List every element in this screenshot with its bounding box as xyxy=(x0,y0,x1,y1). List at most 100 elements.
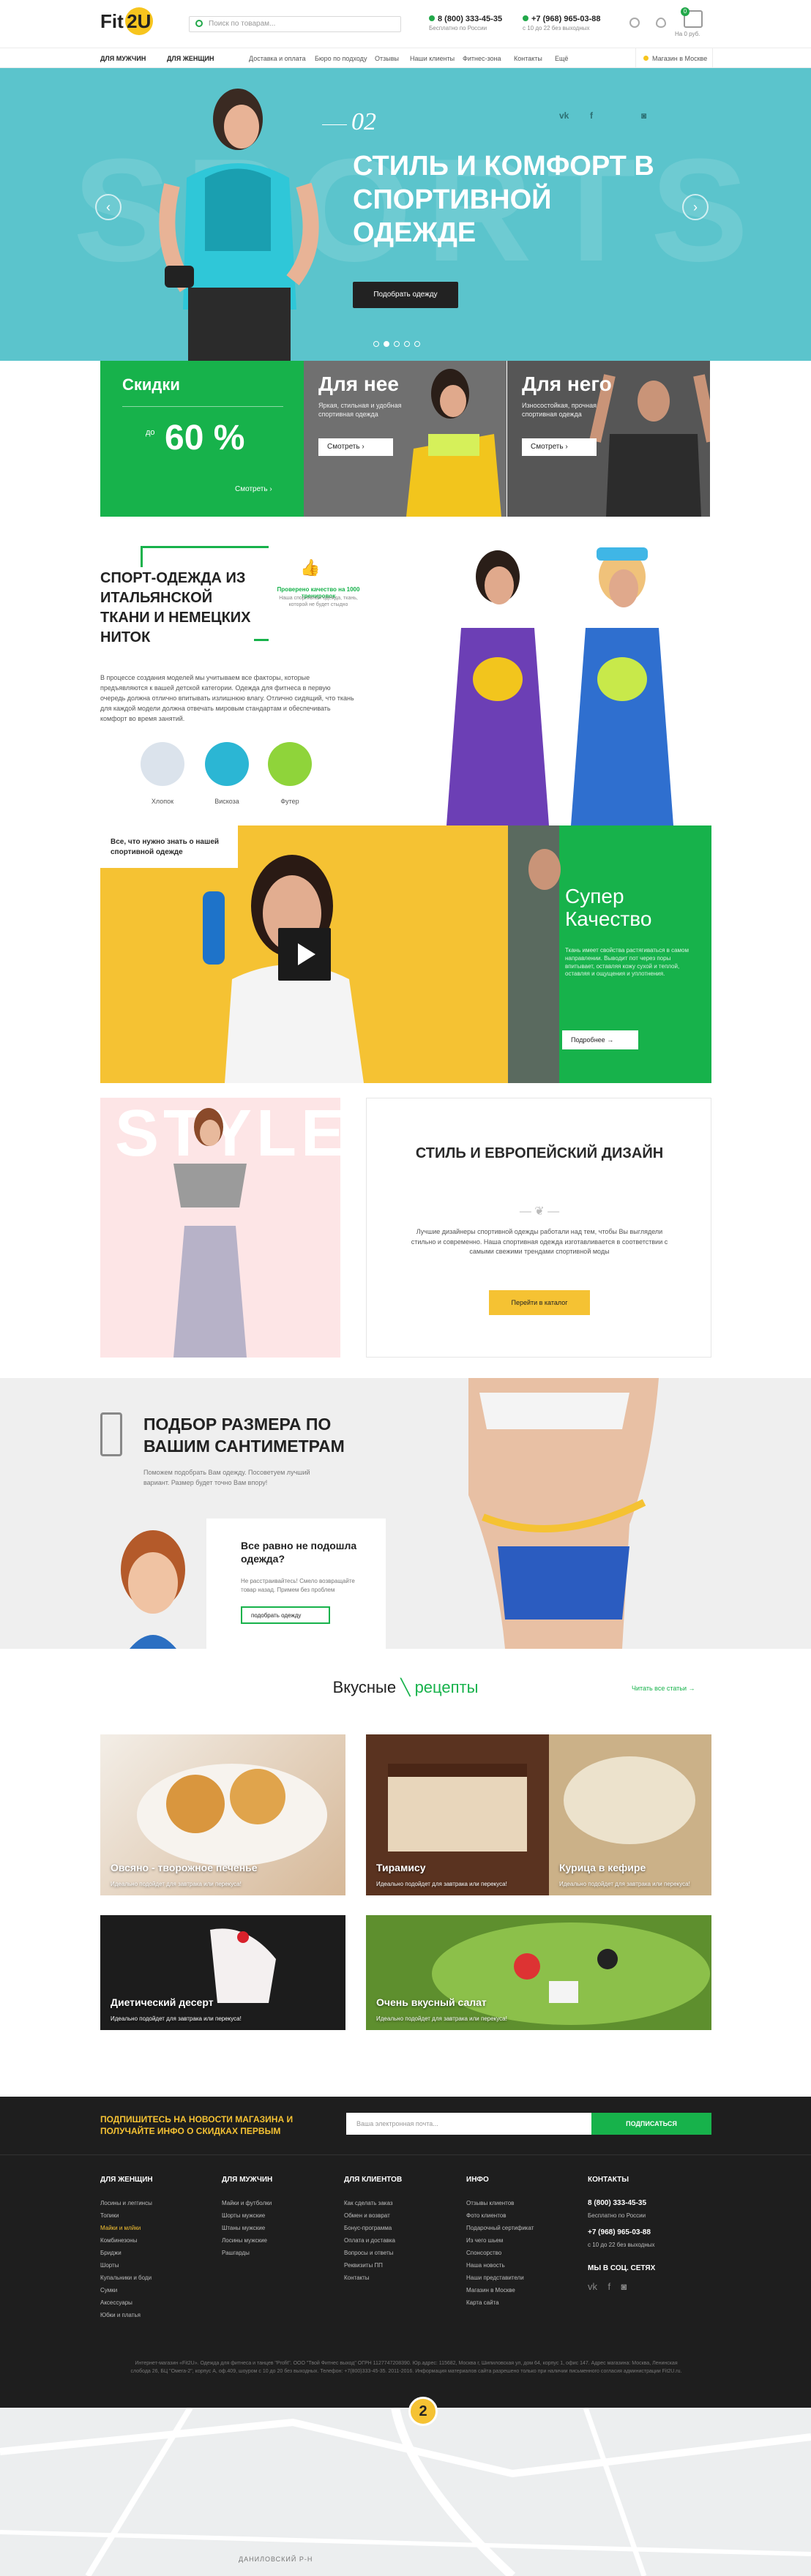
footer-link[interactable]: Комбинезоны xyxy=(100,2234,153,2247)
slider-dot[interactable] xyxy=(404,341,410,347)
city-selector[interactable]: Магазин в Москве xyxy=(635,48,713,68)
footer-link[interactable]: Наши представители xyxy=(466,2272,534,2284)
footer-link[interactable]: Контакты xyxy=(344,2272,402,2284)
search-input[interactable]: Поиск по товарам... xyxy=(189,16,401,32)
slider-dot[interactable] xyxy=(414,341,420,347)
footer-link[interactable]: Отзывы клиентов xyxy=(466,2197,534,2209)
footer-link[interactable]: Шорты xyxy=(100,2259,153,2272)
hero-title: СТИЛЬ И КОМФОРТ В СПОРТИВНОЙ ОДЕЖДЕ xyxy=(353,151,654,249)
footer-link[interactable]: Подарочный сертификат xyxy=(466,2222,534,2234)
footer-link[interactable]: Из чего шьем xyxy=(466,2234,534,2247)
phone-1[interactable]: 8 (800) 333-45-35 Бесплатно по России xyxy=(429,15,502,31)
promo-sale-more[interactable]: Смотреть › xyxy=(235,485,272,493)
style-title: СТИЛЬ И ЕВРОПЕЙСКИЙ ДИЗАЙН xyxy=(415,1145,664,1161)
footer-link[interactable]: Наша новость xyxy=(466,2259,534,2272)
hero-next-arrow[interactable]: › xyxy=(682,194,709,220)
footer-link[interactable]: Шорты мужские xyxy=(222,2209,272,2222)
footer-link[interactable]: Спонсорство xyxy=(466,2247,534,2259)
map-roads xyxy=(0,2408,811,2576)
map-pin[interactable]: 2 xyxy=(408,2397,438,2426)
footer-link[interactable]: Магазин в Москве xyxy=(466,2284,534,2296)
map-district-label: ДАНИЛОВСКИЙ Р-Н xyxy=(239,2556,313,2563)
footer-link[interactable]: Лосины и леггинсы xyxy=(100,2197,153,2209)
promo-sale[interactable]: Скидки до 60 % Смотреть › xyxy=(100,361,304,517)
footer-link[interactable]: Аксессуары xyxy=(100,2296,153,2309)
catalog-button[interactable]: Перейти в каталог xyxy=(489,1290,590,1315)
footer-link[interactable]: Реквизиты ПП xyxy=(344,2259,402,2272)
recipe-card[interactable]: Курица в кефире Идеально подойдет для за… xyxy=(549,1734,711,1895)
footer-link[interactable]: Фото клиентов xyxy=(466,2209,534,2222)
hero-instagram-icon[interactable]: ◙ xyxy=(641,111,646,121)
footer-link[interactable]: Юбки и платья xyxy=(100,2309,153,2321)
play-button[interactable] xyxy=(278,928,331,981)
style-text-block: СТИЛЬ И ЕВРОПЕЙСКИЙ ДИЗАЙН — ❦ — Лучшие … xyxy=(366,1098,711,1358)
footer-link[interactable]: Сумки xyxy=(100,2284,153,2296)
promo-for-her[interactable]: Для нее Яркая, стильная и удобная спорти… xyxy=(304,361,507,517)
footer-link[interactable]: Купальники и боди xyxy=(100,2272,153,2284)
footer-link[interactable]: Бонус-программа xyxy=(344,2222,402,2234)
footer-phone[interactable]: +7 (968) 965-03-88 xyxy=(588,2226,655,2239)
promo-her-button[interactable]: Смотреть › xyxy=(318,438,393,456)
promo-her-text: Яркая, стильная и удобная спортивная оде… xyxy=(318,402,402,418)
surprised-face-image xyxy=(100,1519,206,1649)
footer-col-women: ДЛЯ ЖЕНЩИН Лосины и леггинсы Топики Майк… xyxy=(100,2176,153,2321)
nav-item-women[interactable]: ДЛЯ ЖЕНЩИН xyxy=(167,55,214,62)
hero-prev-arrow[interactable]: ‹ xyxy=(95,194,122,220)
return-card: Все равно не подошла одежда? Не расстраи… xyxy=(100,1519,386,1649)
nav-item-contacts[interactable]: Контакты xyxy=(514,55,542,62)
return-title: Все равно не подошла одежда? xyxy=(241,1540,357,1565)
subscribe-button[interactable]: ПОДПИСАТЬСЯ xyxy=(591,2113,711,2135)
hero-vk-icon[interactable]: vk xyxy=(559,111,569,121)
recipe-card[interactable]: Очень вкусный салат Идеально подойдет дл… xyxy=(366,1915,711,2030)
promo-him-button[interactable]: Смотреть › xyxy=(522,438,597,456)
footer-col-title: ДЛЯ КЛИЕНТОВ xyxy=(344,2176,403,2184)
quality-block: Супер Качество Ткань имеет свойства раст… xyxy=(508,825,711,1083)
footer-link[interactable]: Лосины мужские xyxy=(222,2234,272,2247)
footer-link-active[interactable]: Майки и млйки xyxy=(100,2222,153,2234)
hero-cta-button[interactable]: Подобрать одежду xyxy=(353,282,458,308)
eye-icon[interactable] xyxy=(656,18,666,28)
nav-item-fitness[interactable]: Фитнес-зона xyxy=(463,55,501,62)
pick-clothes-button[interactable]: подобрать одежду xyxy=(241,1606,330,1624)
material-viscose-image xyxy=(205,742,249,786)
subscribe-email-input[interactable]: Ваша электронная почта... xyxy=(346,2113,591,2135)
facebook-icon[interactable]: f xyxy=(608,2281,610,2292)
quality-more-button[interactable]: Подробнее → xyxy=(562,1030,638,1049)
vk-icon[interactable]: vk xyxy=(588,2281,597,2292)
recipe-card[interactable]: Тирамису Идеально подойдет для завтрака … xyxy=(366,1734,549,1895)
footer-phone[interactable]: 8 (800) 333-45-35 xyxy=(588,2197,655,2209)
nav-item-more[interactable]: Ещё xyxy=(555,55,568,62)
logo[interactable]: Fit 2U xyxy=(100,7,153,35)
footer-link[interactable]: Оплата и доставка xyxy=(344,2234,402,2247)
instagram-icon[interactable]: ◙ xyxy=(621,2281,627,2292)
store-map[interactable] xyxy=(0,2408,811,2576)
style-text: Лучшие дизайнеры спортивной одежды работ… xyxy=(411,1228,668,1255)
nav-item-reviews[interactable]: Отзывы xyxy=(375,55,399,62)
footer-link[interactable]: Как сделать заказ xyxy=(344,2197,402,2209)
footer-link[interactable]: Штаны мужские xyxy=(222,2222,272,2234)
nav-item-clients[interactable]: Наши клиенты xyxy=(410,55,455,62)
footer-link[interactable]: Карта сайта xyxy=(466,2296,534,2309)
phone-2[interactable]: +7 (968) 965-03-88 с 10 до 22 без выходны… xyxy=(523,15,600,31)
footer-link[interactable]: Рашгарды xyxy=(222,2247,272,2259)
recipes-all-link[interactable]: Читать все статьи → xyxy=(632,1685,695,1692)
slider-dot[interactable] xyxy=(394,341,400,347)
footer-link[interactable]: Бриджи xyxy=(100,2247,153,2259)
nav-item-men[interactable]: ДЛЯ МУЖЧИН xyxy=(100,55,146,62)
recipe-card[interactable]: Овсяно - творожное печенье Идеально подо… xyxy=(100,1734,345,1895)
recipe-card[interactable]: Диетический десерт Идеально подойдет для… xyxy=(100,1915,345,2030)
heart-icon[interactable] xyxy=(629,18,640,28)
footer-link[interactable]: Вопросы и ответы xyxy=(344,2247,402,2259)
slider-dot-active[interactable] xyxy=(384,341,389,347)
hero-facebook-icon[interactable]: f xyxy=(590,111,593,121)
footer-link[interactable]: Обмен и возврат xyxy=(344,2209,402,2222)
material-label: Футер xyxy=(280,798,299,805)
nav-item-delivery[interactable]: Доставка и оплата xyxy=(249,55,306,62)
slider-dot[interactable] xyxy=(373,341,379,347)
footer-col-title: КОНТАКТЫ xyxy=(588,2176,629,2184)
footer-link[interactable]: Майки и футболки xyxy=(222,2197,272,2209)
promo-for-him[interactable]: Для него Износостойкая, прочная спортивн… xyxy=(507,361,710,517)
footer-link[interactable]: Топики xyxy=(100,2209,153,2222)
recipe-title: Тирамису xyxy=(376,1862,426,1873)
nav-item-bureau[interactable]: Бюро по подходу xyxy=(315,55,367,62)
